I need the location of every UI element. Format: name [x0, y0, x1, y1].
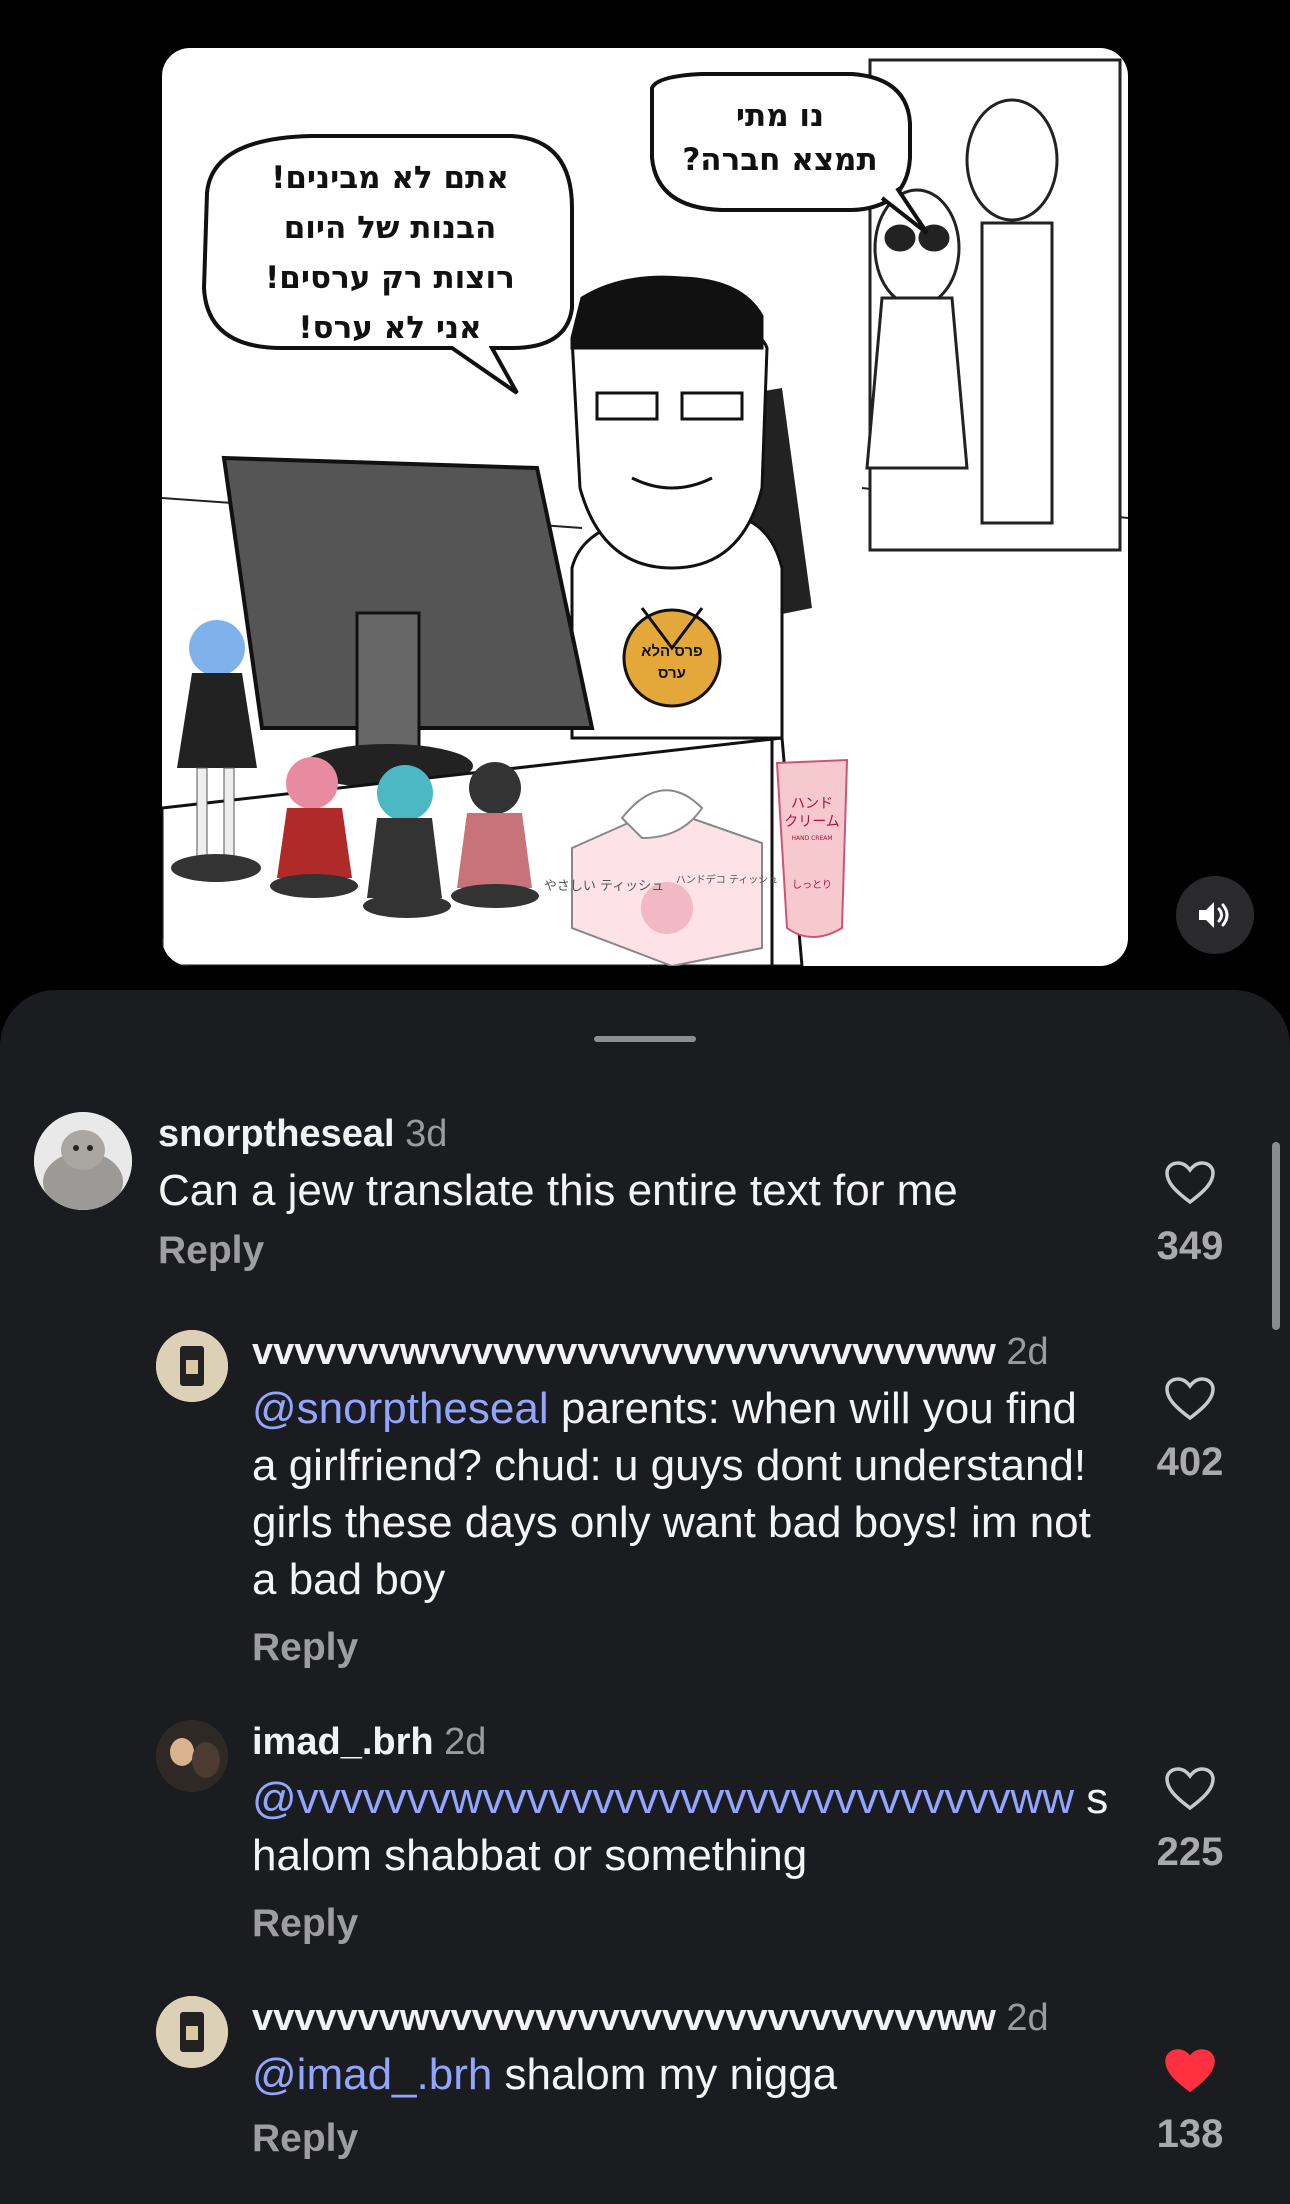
comment-username[interactable]: snorptheseal [158, 1113, 395, 1155]
like-control: 225 [1130, 1766, 1250, 1875]
father-figure [965, 98, 1059, 525]
comment-body: vvvvvvvwvvvvvvvvvvvvvvvvvvvvvvvvww 2d @i… [252, 1996, 1112, 2161]
like-control: 138 [1130, 2048, 1250, 2157]
bubble-right-line-2: תמצא חברה? [682, 142, 877, 178]
bubble-left-line-1: אתם לא מבינים! [271, 160, 509, 196]
comment-meta: vvvvvvvwvvvvvvvvvvvvvvvvvvvvvvvvww 2d [252, 1330, 1112, 1374]
bubble-right-line-1: נו מתי [736, 98, 824, 134]
comment-time: 2d [444, 1721, 487, 1763]
photo-avatar-image [156, 1720, 228, 1792]
avatar[interactable] [34, 1112, 132, 1210]
like-count: 225 [1156, 1830, 1224, 1874]
comment-text: Can a jew translate this entire text for… [158, 1162, 1088, 1219]
comic-illustration: אתם לא מבינים! הבנות של היום רוצות רק ער… [162, 58, 1128, 966]
comment-username[interactable]: imad_.brh [252, 1721, 434, 1763]
comment-text-body: shalom my nigga [492, 2050, 838, 2099]
like-control: 402 [1130, 1376, 1250, 1485]
avatar[interactable] [156, 1330, 228, 1402]
reply-button[interactable]: Reply [252, 1902, 1112, 1946]
comment-meta: snorptheseal 3d [158, 1112, 1088, 1156]
reply-button[interactable]: Reply [252, 1626, 1112, 1670]
sheet-grabber[interactable] [594, 1036, 696, 1042]
avatar[interactable] [156, 1720, 228, 1792]
comment-time: 2d [1006, 1997, 1049, 2039]
bottle-avatar-image [156, 1996, 228, 2068]
bubble-left-line-4: אני לא ערס! [298, 310, 481, 346]
comment-time: 3d [405, 1113, 448, 1155]
like-count: 349 [1156, 1224, 1224, 1268]
medal-line-2: ערס [658, 665, 686, 682]
hand-cream-bottom: しっとり [792, 879, 832, 891]
computer-monitor [221, 455, 595, 788]
media-area: אתם לא מבינים! הבנות של היום רוצות רק ער… [0, 0, 1290, 990]
comment-meta: imad_.brh 2d [252, 1720, 1112, 1764]
hand-cream-tube [775, 758, 849, 938]
heart-filled-icon[interactable] [1164, 2048, 1216, 2094]
seal-avatar-image [34, 1112, 132, 1210]
heart-icon[interactable] [1164, 1376, 1216, 1422]
sound-toggle-button[interactable] [1176, 876, 1254, 954]
avatar[interactable] [156, 1996, 228, 2068]
comment-username[interactable]: vvvvvvvwvvvvvvvvvvvvvvvvvvvvvvvvww [252, 1997, 996, 2039]
comment-mention[interactable]: @imad_.brh [252, 2050, 492, 2099]
comment-username[interactable]: vvvvvvvwvvvvvvvvvvvvvvvvvvvvvvvvww [252, 1331, 996, 1373]
like-count: 138 [1156, 2112, 1224, 2156]
comment-mention[interactable]: @vvvvvvvwvvvvvvvvvvvvvvvvvvvvvvvvww [252, 1774, 1074, 1823]
comment-body: snorptheseal 3d Can a jew translate this… [158, 1112, 1088, 1273]
comic-image[interactable]: אתם לא מבינים! הבנות של היום רוצות רק ער… [162, 48, 1128, 966]
like-control: 349 [1130, 1160, 1250, 1269]
comment-text: @vvvvvvvwvvvvvvvvvvvvvvvvvvvvvvvvww shal… [252, 1770, 1112, 1884]
bubble-left-line-2: הבנות של היום [284, 210, 497, 246]
comment-time: 2d [1006, 1331, 1049, 1373]
bottle-avatar-image [156, 1330, 228, 1402]
comment-body: imad_.brh 2d @vvvvvvvwvvvvvvvvvvvvvvvvvv… [252, 1720, 1112, 1946]
hand-cream-label: ハンド [791, 796, 833, 812]
speaker-icon [1199, 902, 1229, 928]
reply-button[interactable]: Reply [252, 2117, 1112, 2161]
mother-figure [865, 188, 969, 470]
heart-icon[interactable] [1164, 1766, 1216, 1812]
like-count: 402 [1156, 1440, 1224, 1484]
heart-icon[interactable] [1164, 1160, 1216, 1206]
tissue-side-label: ハンドデコ ティッシュ [676, 873, 779, 886]
scrollbar[interactable] [1272, 1142, 1280, 1330]
comment-body: vvvvvvvwvvvvvvvvvvvvvvvvvvvvvvvvww 2d @s… [252, 1330, 1112, 1670]
medal-line-1: פרס הלא [641, 643, 703, 660]
comment-text: @imad_.brh shalom my nigga [252, 2046, 1112, 2103]
comment-text-body: Can a jew translate this entire text for… [158, 1166, 958, 1215]
tissue-label: やさしい ティッシュ [544, 879, 664, 894]
reply-button[interactable]: Reply [158, 1229, 1088, 1273]
comments-sheet: snorptheseal 3d Can a jew translate this… [0, 990, 1290, 2204]
bubble-left-line-3: רוצות רק ערסים! [265, 260, 515, 296]
comment-mention[interactable]: @snorptheseal [252, 1384, 549, 1433]
hand-cream-label-2: クリーム [784, 814, 840, 830]
comment-text: @snorptheseal parents: when will you fin… [252, 1380, 1112, 1608]
hand-cream-label-en: HAND CREAM [791, 835, 832, 842]
comment-meta: vvvvvvvwvvvvvvvvvvvvvvvvvvvvvvvvww 2d [252, 1996, 1112, 2040]
